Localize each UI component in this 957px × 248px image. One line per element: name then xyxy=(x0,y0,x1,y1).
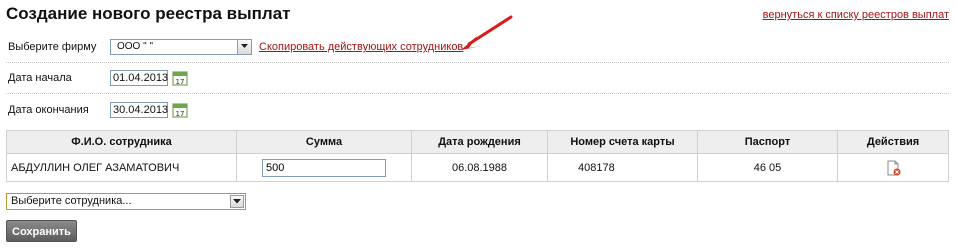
column-header-name: Ф.И.О. сотрудника xyxy=(6,130,237,154)
employees-table: Ф.И.О. сотрудника Сумма Дата рождения Но… xyxy=(6,130,949,182)
save-button[interactable]: Сохранить xyxy=(6,220,77,242)
company-select-value: ООО " " xyxy=(117,41,153,52)
end-date-label: Дата окончания xyxy=(8,104,89,116)
employee-name: АБДУЛЛИН ОЛЕГ АЗАМАТОВИЧ xyxy=(6,153,237,182)
column-header-birth-date: Дата рождения xyxy=(411,130,548,154)
svg-text:17: 17 xyxy=(176,110,185,118)
end-date-input[interactable]: 30.04.2013 xyxy=(110,102,168,118)
actions-cell xyxy=(837,153,949,182)
column-header-card: Номер счета карты xyxy=(547,130,698,154)
passport-cell: 46 05 xyxy=(697,153,838,182)
delete-document-icon[interactable] xyxy=(885,160,901,176)
copy-employees-link[interactable]: Скопировать действующих сотрудников xyxy=(259,41,463,53)
back-to-registries-link[interactable]: вернуться к списку реестров выплат xyxy=(763,9,949,21)
birth-date-cell: 06.08.1988 xyxy=(411,153,548,182)
chevron-down-icon[interactable] xyxy=(237,40,251,54)
amount-input[interactable] xyxy=(262,158,386,177)
start-date-label: Дата начала xyxy=(8,72,72,84)
start-date-input[interactable]: 01.04.2013 xyxy=(110,70,168,86)
calendar-icon[interactable]: 17 xyxy=(172,70,188,86)
page-title: Создание нового реестра выплат xyxy=(6,4,291,23)
company-label: Выберите фирму xyxy=(8,41,97,53)
chevron-down-icon[interactable] xyxy=(230,195,244,208)
employee-select[interactable]: Выберите сотрудника... xyxy=(6,193,246,210)
card-number-cell: 408178 xyxy=(547,153,698,182)
calendar-icon[interactable]: 17 xyxy=(172,102,188,118)
red-arrow-annotation xyxy=(461,15,513,50)
company-select[interactable]: ООО " " xyxy=(110,39,252,55)
column-header-passport: Паспорт xyxy=(697,130,838,154)
column-header-amount: Сумма xyxy=(236,130,412,154)
amount-cell xyxy=(236,153,412,182)
employee-select-value: Выберите сотрудника... xyxy=(11,195,132,207)
svg-text:17: 17 xyxy=(176,78,185,86)
column-header-actions: Действия xyxy=(837,130,949,154)
separator xyxy=(6,93,949,94)
table-row: АБДУЛЛИН ОЛЕГ АЗАМАТОВИЧ 06.08.1988 4081… xyxy=(6,153,949,182)
table-header-row: Ф.И.О. сотрудника Сумма Дата рождения Но… xyxy=(6,130,949,154)
separator xyxy=(6,62,949,63)
